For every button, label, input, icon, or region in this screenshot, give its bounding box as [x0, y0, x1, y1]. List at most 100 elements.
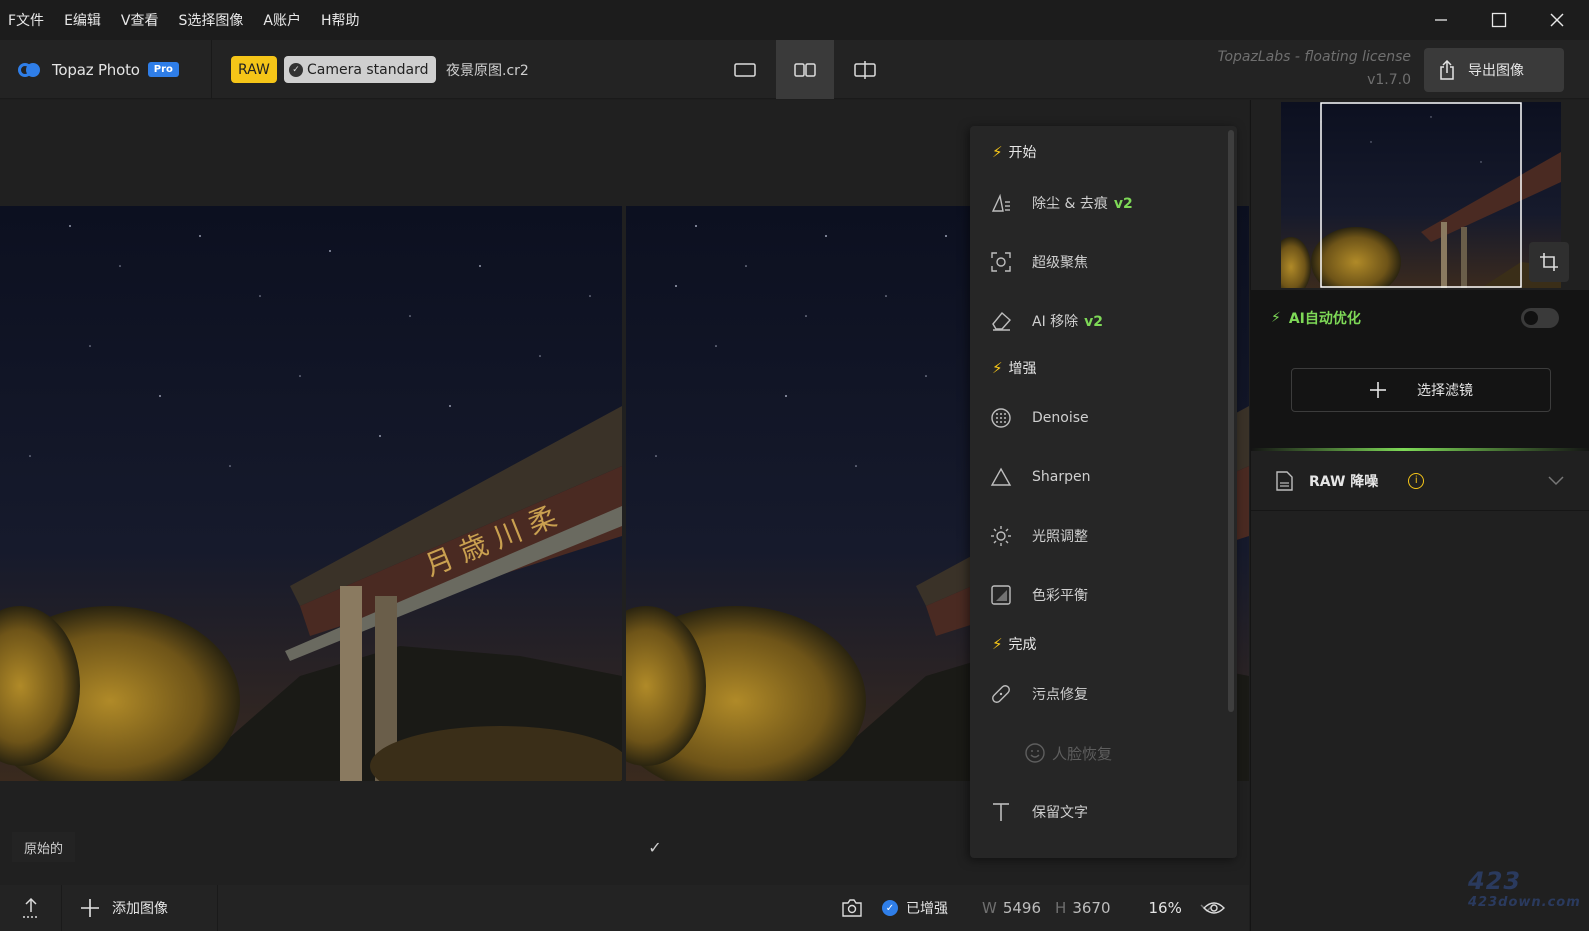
brand: Topaz Photo Pro	[18, 40, 179, 99]
export-image-button[interactable]: 导出图像	[1424, 48, 1564, 92]
ai-label: AI自动优化	[1288, 311, 1361, 327]
menu-select-image[interactable]: S选择图像	[179, 10, 244, 30]
raw-denoise-row[interactable]: RAW 降噪 i	[1251, 451, 1589, 511]
version-tag: v2	[1084, 314, 1104, 330]
app-name: Topaz Photo	[52, 60, 140, 79]
width-key: W	[982, 899, 997, 917]
raw-badge[interactable]: RAW	[231, 56, 277, 83]
filter-item-dust-removal[interactable]: 除尘 & 去痕 v2	[990, 188, 1133, 218]
section-finish: ⚡ 完成	[992, 634, 1037, 654]
height-value: 3670	[1072, 899, 1111, 917]
crop-button[interactable]	[1529, 242, 1569, 282]
close-icon	[1550, 13, 1564, 27]
version-tag: v2	[1113, 196, 1133, 212]
width-value: 5496	[1002, 899, 1042, 917]
filter-label: 人脸恢复	[1052, 744, 1113, 763]
dust-icon	[990, 192, 1012, 214]
menu-help[interactable]: H帮助	[321, 10, 360, 30]
denoise-icon	[990, 407, 1012, 429]
upload-button[interactable]	[0, 885, 62, 931]
filter-item-ai-remove[interactable]: AI 移除 v2	[990, 306, 1103, 336]
menu-bar: F文件 E编辑 V查看 S选择图像 A账户 H帮助	[0, 0, 1589, 40]
bolt-icon: ⚡	[1271, 310, 1281, 326]
enhanced-status: ✓ 已增强	[882, 898, 948, 918]
filter-menu-scrollbar[interactable]	[1228, 130, 1234, 712]
eye-icon[interactable]	[1203, 897, 1225, 919]
plus-icon	[81, 899, 99, 917]
filter-item-lighting[interactable]: 光照调整	[990, 521, 1088, 551]
ai-autopilot-panel: ⚡ AI自动优化 选择滤镜	[1251, 290, 1589, 451]
info-icon[interactable]: i	[1408, 472, 1425, 489]
filter-item-color-balance[interactable]: 色彩平衡	[990, 580, 1088, 610]
bottom-bar: 添加图像 ✓ 已增强 W 5496 H 3670 16%	[0, 885, 1249, 931]
menu-view[interactable]: V查看	[121, 10, 159, 30]
section-label: 完成	[1008, 637, 1037, 653]
maximize-button[interactable]	[1470, 0, 1528, 40]
bolt-icon: ⚡	[992, 635, 1003, 653]
toolbar-divider	[211, 40, 212, 99]
side-by-side-view-button[interactable]	[776, 40, 834, 99]
face-icon	[1024, 742, 1046, 764]
toolbar: Topaz Photo Pro RAW ✓ Camera standard 夜景…	[0, 40, 1589, 99]
filter-menu: ⚡ 开始 除尘 & 去痕 v2 超级聚焦 AI 移除 v2 ⚡ 增强 Denoise…	[970, 126, 1237, 858]
camera-profile-label: Camera standard	[307, 61, 429, 78]
split-view-icon	[854, 60, 876, 79]
single-view-button[interactable]	[716, 40, 774, 99]
select-filter-button[interactable]: 选择滤镜	[1291, 368, 1551, 412]
maximize-icon	[1491, 12, 1507, 28]
filter-item-super-focus[interactable]: 超级聚焦	[990, 247, 1088, 277]
pro-badge: Pro	[147, 62, 179, 77]
single-view-icon	[734, 62, 756, 77]
image-dimensions: W 5496 H 3670	[982, 899, 1111, 917]
filter-item-spot-repair[interactable]: 污点修复	[990, 679, 1088, 709]
section-label: 增强	[1008, 361, 1037, 377]
minimize-button[interactable]	[1412, 0, 1470, 40]
filter-label: 色彩平衡	[1032, 588, 1088, 604]
filter-label: Sharpen	[1032, 469, 1091, 485]
filter-label: 保留文字	[1032, 805, 1088, 821]
license-text: TopazLabs - floating license	[1217, 49, 1411, 65]
split-view-button[interactable]	[836, 40, 894, 99]
snapshot-button[interactable]	[832, 898, 872, 918]
section-enhance: ⚡ 增强	[992, 358, 1037, 378]
light-icon	[990, 525, 1012, 547]
right-panel: ⚡ AI自动优化 选择滤镜 RAW 降噪 i	[1250, 100, 1589, 931]
filter-label: 污点修复	[1032, 687, 1088, 703]
chevron-down-icon[interactable]	[1548, 475, 1564, 486]
add-image-button[interactable]: 添加图像	[62, 885, 218, 931]
watermark-big: 423	[1468, 867, 1522, 895]
height-key: H	[1055, 899, 1067, 917]
site-watermark: 423 423down.com	[1468, 867, 1581, 914]
original-image[interactable]: 月 歳 川 柔	[0, 206, 622, 781]
menu-file[interactable]: F文件	[8, 10, 44, 30]
color-balance-icon	[990, 584, 1012, 606]
toggle-knob	[1524, 311, 1538, 325]
plus-icon	[1370, 382, 1386, 398]
filter-item-denoise[interactable]: Denoise	[990, 403, 1089, 433]
close-button[interactable]	[1528, 0, 1586, 40]
version-text: v1.7.0	[1367, 72, 1411, 88]
navigator-thumbnail[interactable]	[1281, 102, 1561, 288]
ai-auto-optimize: ⚡ AI自动优化	[1271, 308, 1361, 328]
minimize-icon	[1435, 19, 1447, 21]
filter-item-sharpen[interactable]: Sharpen	[990, 462, 1090, 492]
ai-toggle[interactable]	[1521, 308, 1559, 328]
zoom-level[interactable]: 16%	[1149, 899, 1182, 917]
bolt-icon: ⚡	[992, 143, 1003, 161]
camera-profile-badge[interactable]: ✓ Camera standard	[284, 56, 436, 83]
camera-icon	[842, 899, 862, 917]
focus-icon	[990, 251, 1012, 273]
sharpen-icon	[990, 466, 1012, 488]
select-filter-label: 选择滤镜	[1417, 383, 1473, 399]
status-area: ✓ 已增强 W 5496 H 3670 16%	[832, 885, 1214, 931]
menu-account[interactable]: A账户	[263, 10, 301, 30]
filter-item-preserve-text[interactable]: 保留文字	[990, 797, 1088, 827]
file-name: 夜景原图.cr2	[446, 62, 529, 79]
side-by-side-icon	[794, 62, 816, 77]
menu-edit[interactable]: E编辑	[64, 10, 101, 30]
original-label: 原始的	[12, 832, 76, 862]
upload-icon	[22, 897, 39, 918]
bandage-icon	[990, 683, 1012, 705]
filter-item-face-recovery: 人脸恢复	[1024, 738, 1112, 768]
filter-label: 超级聚焦	[1032, 255, 1088, 271]
